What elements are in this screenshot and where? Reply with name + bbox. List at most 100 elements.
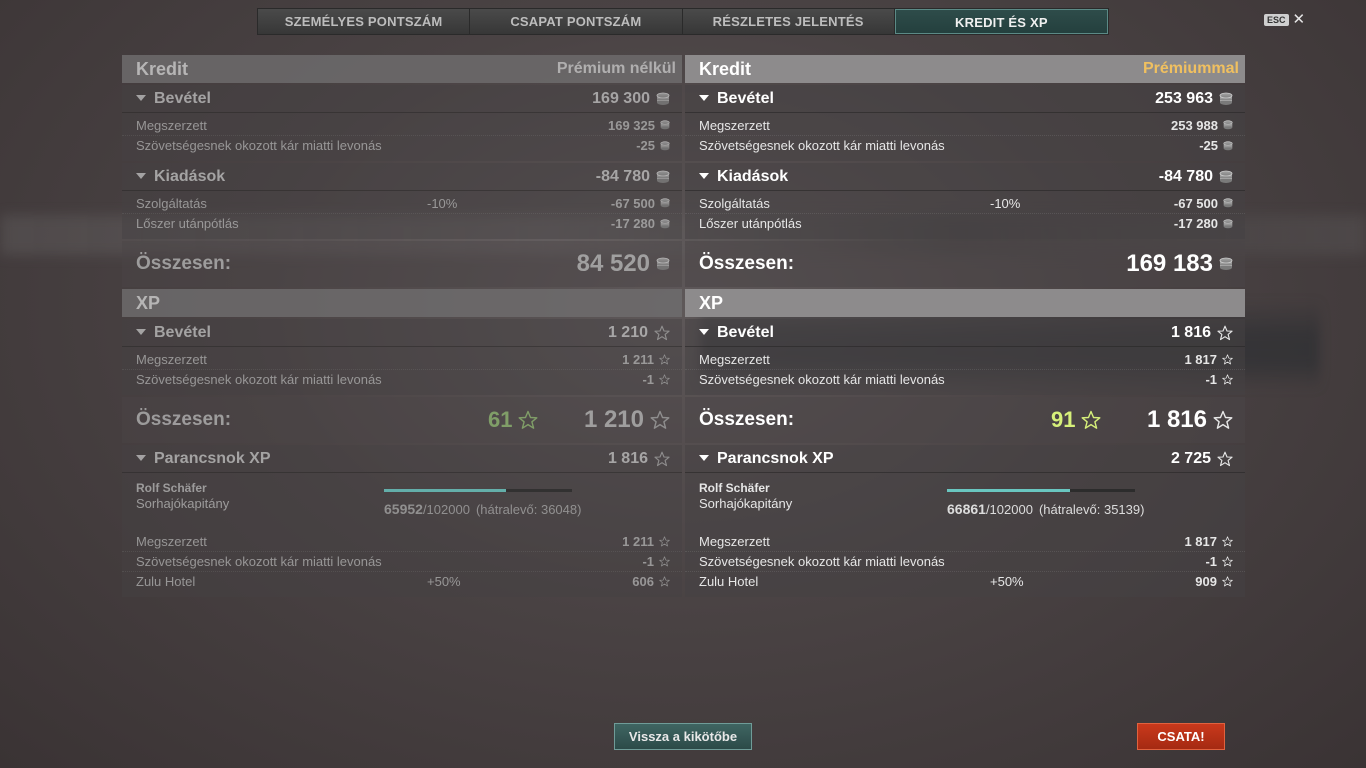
- credit-income-toggle[interactable]: Bevétel 169 300: [122, 85, 682, 113]
- breakdown-value-text: -67 500: [610, 195, 655, 211]
- commander-xp-label: Parancsnok XP: [154, 449, 271, 467]
- breakdown-modifier: +50%: [990, 574, 1024, 589]
- breakdown-label: Szövetségesnek okozott kár miatti levoná…: [699, 372, 945, 387]
- collapse-triangle-icon: [699, 455, 709, 462]
- credit-total-label: Összesen:: [699, 253, 795, 274]
- xp-star-icon: [1222, 353, 1233, 364]
- commander-xp-toggle[interactable]: Parancsnok XP 1 816: [122, 445, 682, 473]
- breakdown-row: Megszerzett 169 325: [122, 115, 682, 135]
- commander-xp-current: 66861: [947, 501, 986, 517]
- breakdown-row: Szolgáltatás -10% -67 500: [685, 193, 1245, 213]
- xp-total-row: Összesen: 61 1 210: [122, 397, 682, 443]
- breakdown-value: 1 211: [622, 534, 670, 549]
- xp-star-icon: [654, 325, 670, 340]
- close-button[interactable]: ESC ✕: [1264, 12, 1306, 27]
- breakdown-label: Szövetségesnek okozott kár miatti levoná…: [699, 554, 945, 569]
- commander-xp-max: /102000: [985, 502, 1033, 517]
- commander-xp-section: Parancsnok XP 1 816 Rolf Schäfer Sorhajó…: [122, 445, 682, 597]
- battle-button[interactable]: CSATA!: [1137, 723, 1225, 750]
- credit-expense-label: Kiadások: [717, 167, 789, 185]
- credit-total-label: Összesen:: [136, 253, 232, 274]
- xp-income-toggle[interactable]: Bevétel 1 816: [685, 319, 1245, 347]
- commander-xp-progress-bar: [384, 489, 572, 492]
- xp-star-icon: [1222, 556, 1233, 567]
- commander-xp-toggle[interactable]: Parancsnok XP 2 725: [685, 445, 1245, 473]
- breakdown-value-text: -1: [1205, 372, 1217, 387]
- xp-income-total: 1 210: [607, 323, 648, 341]
- credit-coin-icon: [660, 198, 670, 208]
- expense-rows-list: Szolgáltatás -10% -67 500 Lőszer utánpótlás…: [122, 191, 682, 239]
- breakdown-value: 1 817: [1184, 534, 1233, 549]
- breakdown-value: 1 817: [1184, 352, 1233, 367]
- credit-expense-toggle[interactable]: Kiadások -84 780: [122, 163, 682, 191]
- credit-expense-section: Kiadások -84 780 Szolgáltatás -10% -67 500…: [122, 163, 682, 239]
- breakdown-row: Szövetségesnek okozott kár miatti levoná…: [122, 369, 682, 389]
- tab-bar: SZEMÉLYES PONTSZÁM CSAPAT PONTSZÁM RÉSZL…: [257, 8, 1109, 35]
- xp-total-label: Összesen:: [699, 409, 795, 430]
- breakdown-label: Megszerzett: [699, 117, 770, 133]
- breakdown-row: Szövetségesnek okozott kár miatti levoná…: [685, 369, 1245, 389]
- free-xp-star-icon: [1081, 410, 1101, 429]
- credit-income-toggle[interactable]: Bevétel 253 963: [685, 85, 1245, 113]
- breakdown-row: Lőszer utánpótlás -17 280: [685, 213, 1245, 233]
- breakdown-label: Megszerzett: [136, 351, 207, 367]
- xp-star-icon: [659, 535, 670, 546]
- credit-coin-icon: [656, 92, 670, 105]
- breakdown-row: Szövetségesnek okozott kár miatti levoná…: [122, 135, 682, 155]
- credit-expense-toggle[interactable]: Kiadások -84 780: [685, 163, 1245, 191]
- premium-account-panel: Kredit Prémiummal Bevétel 253 963 Megsze…: [685, 55, 1245, 597]
- breakdown-value-text: -1: [1205, 554, 1217, 569]
- commander-xp-section: Parancsnok XP 2 725 Rolf Schäfer Sorhajó…: [685, 445, 1245, 597]
- breakdown-row: Megszerzett 1 817: [685, 531, 1245, 551]
- breakdown-label: Megszerzett: [699, 351, 770, 367]
- credit-total-row: Összesen: 169 183: [685, 241, 1245, 287]
- commander-xp-total: 2 725: [1170, 449, 1211, 467]
- collapse-triangle-icon: [699, 329, 709, 336]
- xp-rows-list: Megszerzett 1 817 Szövetségesnek okozott k…: [685, 347, 1245, 395]
- tab-team-score[interactable]: CSAPAT PONTSZÁM: [470, 9, 683, 34]
- xp-total-row: Összesen: 91 1 816: [685, 397, 1245, 443]
- credit-total-value: 169 183: [1126, 250, 1213, 277]
- credit-total-value: 84 520: [576, 250, 650, 277]
- credit-coin-icon: [660, 140, 670, 150]
- breakdown-value-text: -1: [642, 372, 654, 387]
- breakdown-value-text: -25: [1199, 138, 1218, 153]
- back-to-port-button[interactable]: Vissza a kikötőbe: [614, 723, 752, 750]
- credit-income-total: 253 963: [1155, 89, 1213, 107]
- free-xp-value: 61: [488, 407, 513, 432]
- credit-coin-icon: [1219, 170, 1233, 183]
- credit-coin-icon: [660, 218, 670, 228]
- commander-xp-progress-text: 65952/102000 (hátralevő: 36048): [384, 501, 581, 517]
- breakdown-row: Szövetségesnek okozott kár miatti levoná…: [685, 551, 1245, 571]
- breakdown-label: Zulu Hotel: [136, 574, 196, 589]
- xp-star-icon: [1222, 576, 1233, 587]
- tab-credits-xp[interactable]: KREDIT ÉS XP: [894, 9, 1108, 34]
- commander-xp-max: /102000: [422, 502, 470, 517]
- breakdown-value: 1 211: [622, 352, 670, 367]
- commander-name: Rolf Schäfer: [136, 481, 207, 495]
- close-icon[interactable]: ✕: [1293, 12, 1306, 27]
- cmdr-rows-list: Megszerzett 1 211 Szövetségesnek okozott k…: [122, 529, 682, 597]
- xp-total-label: Összesen:: [136, 409, 232, 430]
- standard-account-panel: Kredit Prémium nélkül Bevétel 169 300 Me…: [122, 55, 682, 597]
- breakdown-label: Szövetségesnek okozott kár miatti levoná…: [136, 138, 382, 153]
- breakdown-value: -1: [1205, 372, 1233, 387]
- breakdown-value-text: 169 325: [608, 117, 655, 133]
- xp-income-toggle[interactable]: Bevétel 1 210: [122, 319, 682, 347]
- commander-name: Rolf Schäfer: [699, 481, 770, 495]
- credit-income-section: Bevétel 253 963 Megszerzett 253 988 Szövet…: [685, 85, 1245, 161]
- breakdown-value-text: 253 988: [1171, 117, 1218, 133]
- income-rows-list: Megszerzett 253 988 Szövetségesnek okozott…: [685, 113, 1245, 161]
- breakdown-value-text: 909: [1195, 574, 1217, 589]
- breakdown-row: Megszerzett 1 211: [122, 531, 682, 551]
- tab-personal-score[interactable]: SZEMÉLYES PONTSZÁM: [258, 9, 471, 34]
- breakdown-value: -67 500: [1174, 196, 1233, 211]
- account-variant-label: Prémiummal: [1142, 60, 1239, 77]
- credit-title: Kredit: [136, 58, 189, 79]
- xp-header: XP: [122, 289, 682, 317]
- breakdown-modifier: +50%: [427, 574, 461, 589]
- breakdown-value-text: 1 817: [1184, 351, 1217, 367]
- xp-total-value: 1 210: [583, 406, 644, 433]
- tab-detailed-report[interactable]: RÉSZLETES JELENTÉS: [682, 9, 895, 34]
- commander-xp-current: 65952: [384, 501, 423, 517]
